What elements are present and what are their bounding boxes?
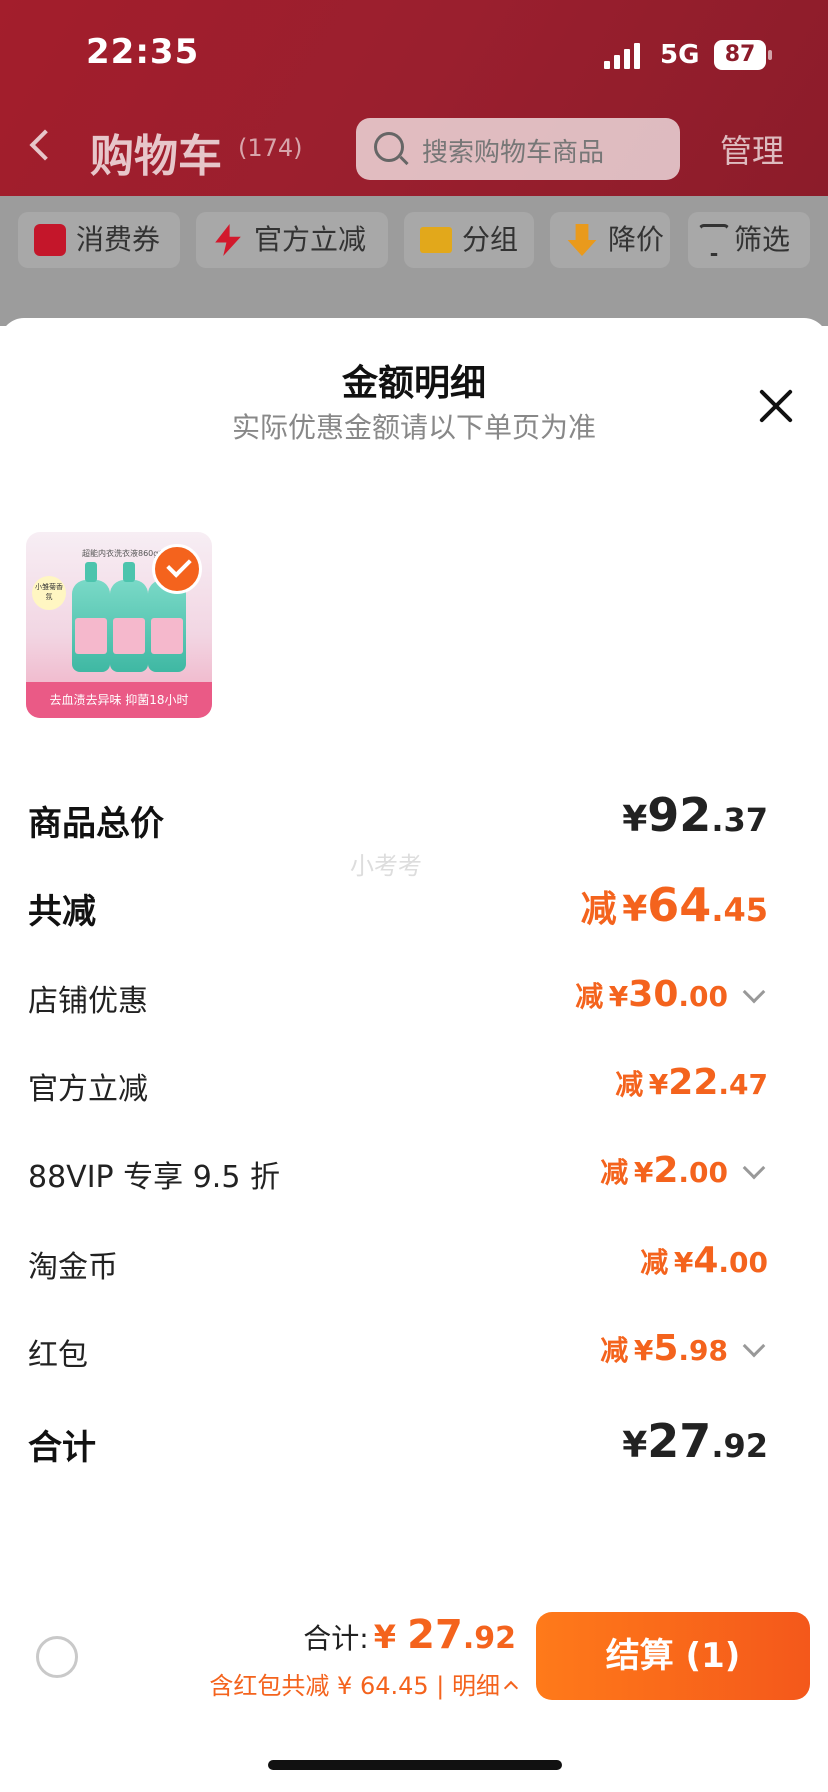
filter-official-discount[interactable]: 官方立减: [196, 212, 388, 268]
row-grand-total: 合计 ¥27.92: [28, 1414, 768, 1476]
row-label: 共减: [28, 892, 96, 932]
row-value: 减 ¥64.45: [580, 878, 768, 932]
status-bar: 22:35 5G 87: [0, 0, 828, 110]
sheet-title: 金额明细: [341, 363, 486, 404]
filter-group[interactable]: 分组: [404, 212, 534, 268]
row-taojinbi: 淘金币 减 ¥4.00: [28, 1240, 768, 1290]
search-icon: [374, 132, 404, 162]
sheet-subtitle: 实际优惠金额请以下单页为准: [231, 411, 596, 444]
bottle-graphic: [148, 562, 186, 672]
search-input[interactable]: 搜索购物车商品: [356, 118, 680, 180]
home-indicator: [268, 1760, 562, 1770]
battery-tip: [768, 50, 772, 60]
signal-icon: [604, 43, 642, 69]
close-icon[interactable]: [756, 386, 796, 426]
row-label: 商品总价: [28, 804, 164, 844]
product-scent-badge: 小雏菊香氛: [32, 576, 66, 610]
battery-icon: 87: [714, 40, 766, 70]
cart-header-background: 22:35 5G 87 购物车 (174) 搜索购物车商品 管理: [0, 0, 828, 196]
row-label: 合计: [28, 1428, 96, 1468]
filter-bar: 消费券 官方立减 分组 降价 筛选: [0, 196, 828, 326]
row-value: 减 ¥5.98: [600, 1328, 766, 1369]
row-total-discount: 共减 减 ¥64.45: [28, 878, 768, 940]
checkout-button[interactable]: 结算 (1): [536, 1612, 810, 1700]
checkmark-icon[interactable]: [152, 544, 202, 594]
search-placeholder: 搜索购物车商品: [422, 138, 605, 168]
chevron-down-icon[interactable]: [742, 980, 766, 1004]
manage-button[interactable]: 管理: [720, 126, 784, 172]
row-value: 减 ¥2.00: [600, 1150, 766, 1191]
filter-coupon[interactable]: 消费券: [18, 212, 180, 268]
row-88vip-discount[interactable]: 88VIP 专享 9.5 折 减 ¥2.00: [28, 1150, 768, 1200]
bottle-graphic: [110, 562, 148, 672]
row-official-discount: 官方立减 减 ¥22.47: [28, 1062, 768, 1112]
status-time: 22:35: [86, 32, 200, 72]
row-value: 减 ¥4.00: [640, 1240, 768, 1281]
cart-count: (174): [238, 134, 303, 162]
back-icon[interactable]: [29, 129, 61, 161]
watermark: 小考考: [350, 852, 422, 880]
select-all-checkbox[interactable]: [36, 1636, 78, 1678]
chevron-down-icon[interactable]: [742, 1156, 766, 1180]
row-label: 店铺优惠: [28, 984, 148, 1019]
folder-icon: [420, 227, 452, 253]
filter-screen[interactable]: 筛选: [688, 212, 810, 268]
amount-detail-sheet: 金额明细 实际优惠金额请以下单页为准 超能内衣洗衣液860g*3 小雏菊香氛 去…: [0, 318, 828, 1792]
lightning-icon: [215, 224, 241, 256]
row-total-price: 商品总价 ¥92.37: [28, 788, 768, 852]
bottom-total: 合计: ¥ 27.92: [303, 1612, 516, 1658]
coupon-icon: [34, 224, 66, 256]
row-value: 减 ¥30.00: [575, 974, 766, 1015]
discount-detail-toggle[interactable]: 含红包共减 ¥ 64.45 | 明细: [209, 1666, 519, 1701]
bottle-graphic: [72, 562, 110, 672]
filter-price-drop[interactable]: 降价: [550, 212, 670, 268]
row-store-discount[interactable]: 店铺优惠 减 ¥30.00: [28, 974, 768, 1024]
chevron-down-icon[interactable]: [742, 1334, 766, 1358]
product-banner: 去血渍去异味 抑菌18小时: [26, 682, 212, 718]
row-value: ¥92.37: [622, 788, 768, 842]
row-red-packet[interactable]: 红包 减 ¥5.98: [28, 1328, 768, 1378]
row-value: 减 ¥22.47: [615, 1062, 768, 1103]
page-title: 购物车: [90, 131, 222, 182]
chevron-up-icon: [503, 1680, 519, 1696]
row-label: 88VIP 专享 9.5 折: [28, 1160, 280, 1195]
arrow-down-icon: [567, 224, 597, 256]
funnel-icon: [698, 224, 730, 256]
row-label: 淘金币: [28, 1250, 118, 1285]
row-label: 红包: [28, 1338, 88, 1373]
network-label: 5G: [660, 40, 700, 70]
row-label: 官方立减: [28, 1072, 148, 1107]
nav-bar: 购物车 (174) 搜索购物车商品 管理: [0, 110, 828, 190]
row-value: ¥27.92: [622, 1414, 768, 1468]
